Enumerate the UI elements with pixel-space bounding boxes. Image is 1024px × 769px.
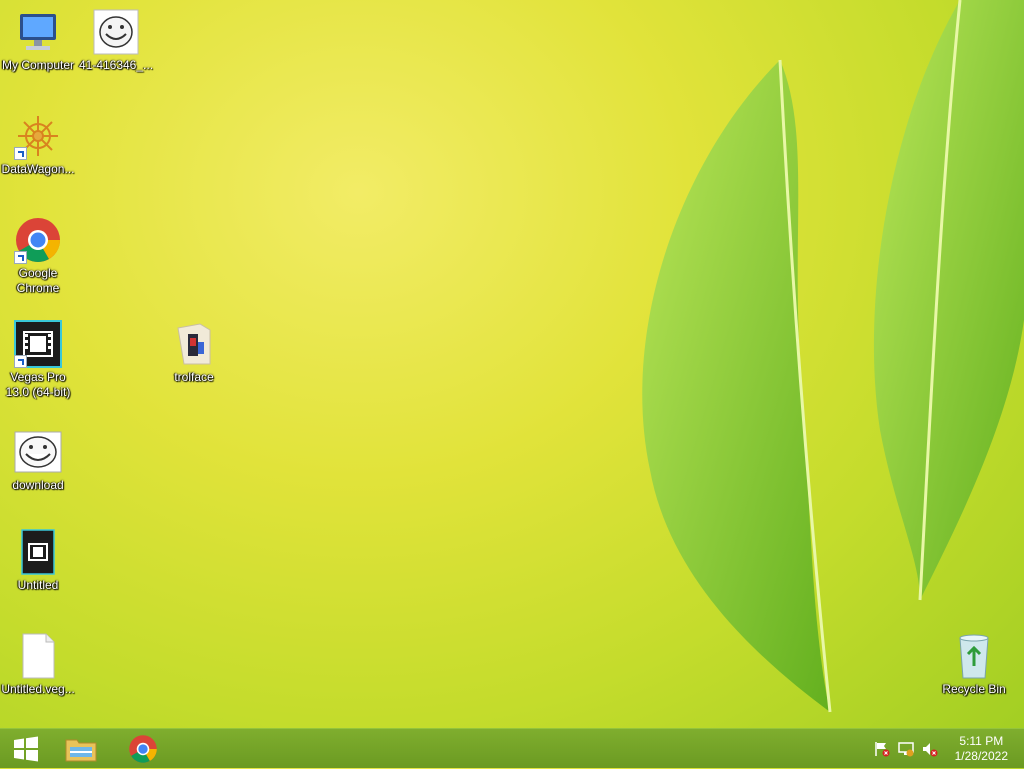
clock-date: 1/28/2022	[954, 749, 1008, 763]
trollface-thumbnail-icon	[92, 8, 140, 56]
recycle-bin-icon	[950, 632, 998, 680]
google-chrome-label: Google Chrome	[16, 266, 60, 295]
datawagon-label: DataWagon...	[1, 162, 75, 176]
desktop-icon-untitled-veg[interactable]: Untitled.veg...	[0, 632, 76, 697]
network-icon[interactable]	[898, 741, 914, 757]
blank-file-icon	[14, 632, 62, 680]
desktop-icon-untitled[interactable]: Untitled	[0, 528, 76, 593]
folder-icon	[170, 320, 218, 368]
desktop-icon-datawagon[interactable]: DataWagon...	[0, 112, 76, 177]
trollface-folder-label: trolface	[174, 370, 214, 384]
desktop-icon-download[interactable]: download	[0, 428, 76, 493]
desktop-wallpaper[interactable]: My Computer 41-416346_... DataWagon... G…	[0, 0, 1024, 728]
vegas-pro-icon	[14, 320, 62, 368]
clock-time: 5:11 PM	[959, 734, 1004, 748]
desktop-icon-my-computer[interactable]: My Computer	[0, 8, 76, 73]
chrome-icon	[129, 735, 157, 763]
my-computer-icon	[14, 8, 62, 56]
start-button[interactable]	[0, 729, 52, 769]
volume-muted-icon[interactable]	[922, 741, 938, 757]
taskbar-clock[interactable]: 5:11 PM 1/28/2022	[955, 734, 1008, 764]
shortcut-arrow-icon	[14, 147, 27, 160]
trollface-image-icon	[14, 428, 62, 476]
my-computer-label: My Computer	[1, 58, 75, 72]
windows-logo-icon	[14, 736, 38, 762]
taskbar-file-explorer-button[interactable]	[56, 729, 106, 769]
taskbar: 5:11 PM 1/28/2022	[0, 728, 1024, 768]
file-explorer-icon	[65, 739, 97, 762]
shortcut-arrow-icon	[14, 355, 27, 368]
desktop-icon-image-file[interactable]: 41-416346_...	[78, 8, 154, 73]
image-file-label: 41-416346_...	[78, 58, 154, 72]
vegas-project-icon	[14, 528, 62, 576]
untitled-label: Untitled	[17, 578, 59, 592]
desktop-icon-trollface-folder[interactable]: trolface	[156, 320, 232, 385]
desktop-icon-recycle-bin[interactable]: Recycle Bin	[936, 632, 1012, 697]
wallpaper-leaves	[642, 0, 1024, 713]
shortcut-arrow-icon	[14, 251, 27, 264]
taskbar-chrome-button[interactable]	[118, 729, 168, 769]
desktop-icon-vegas-pro[interactable]: Vegas Pro 13.0 (64-bit)	[0, 320, 76, 400]
desktop-icon-google-chrome[interactable]: Google Chrome	[0, 216, 76, 296]
chrome-icon	[14, 216, 62, 264]
untitled-veg-label: Untitled.veg...	[1, 682, 75, 696]
recycle-bin-label: Recycle Bin	[942, 682, 1006, 696]
datawagon-icon	[14, 112, 62, 160]
action-center-flag-icon[interactable]	[874, 741, 890, 757]
download-label: download	[12, 478, 64, 492]
vegas-pro-label: Vegas Pro 13.0 (64-bit)	[5, 370, 71, 399]
